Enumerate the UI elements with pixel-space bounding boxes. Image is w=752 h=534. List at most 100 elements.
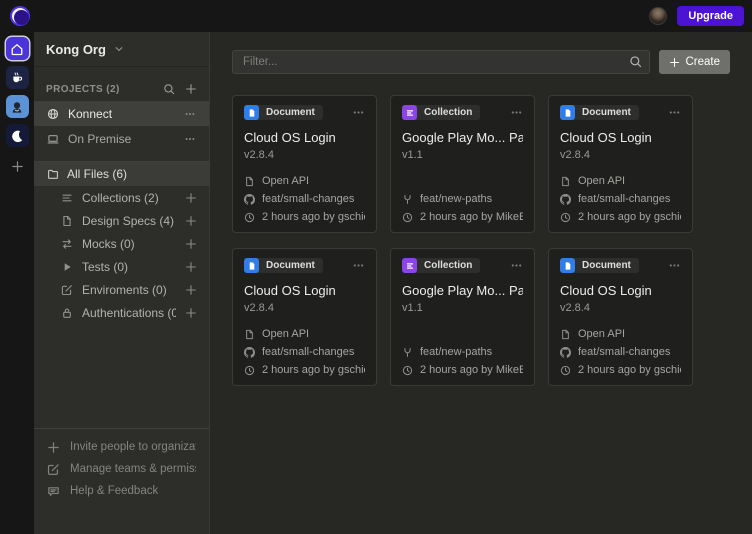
card-document[interactable]: DocumentCloud OS Loginv2.8.4Open APIfeat… [548, 95, 693, 233]
card-collection[interactable]: CollectionGoogle Play Mo... Partnerv1.1f… [390, 95, 535, 233]
rail-item-gorilla-org[interactable] [6, 95, 29, 118]
card-meta-text: 2 hours ago by gschier [578, 364, 681, 376]
file-icon [244, 176, 255, 187]
file-group-row-tests[interactable]: Tests (0) [34, 255, 209, 278]
card-meta-row: Open API [560, 328, 681, 340]
card-version: v2.8.4 [244, 149, 365, 161]
plus-icon [185, 192, 197, 204]
card-header: Collection [402, 258, 523, 273]
add-organization-button[interactable] [6, 155, 29, 178]
fork-icon [402, 194, 413, 205]
file-group-add-button[interactable] [185, 284, 197, 296]
org-switcher[interactable]: Kong Org [34, 32, 209, 67]
filter-toolbar: Create [232, 50, 730, 74]
clock-icon [560, 365, 571, 376]
projects-search-button[interactable] [163, 83, 175, 95]
project-label: Konnect [68, 107, 175, 121]
moon-icon [10, 129, 24, 143]
create-button[interactable]: Create [659, 50, 730, 74]
plus-icon [185, 215, 197, 227]
card-version: v2.8.4 [560, 302, 681, 314]
project-menu-button[interactable] [184, 133, 196, 145]
github-icon [560, 347, 571, 358]
github-icon [560, 194, 571, 205]
rail-item-home[interactable] [6, 37, 29, 60]
file-group-add-button[interactable] [185, 307, 197, 319]
sidebar-footer-item-invite[interactable]: Invite people to organization [34, 436, 209, 458]
main-panel: Create DocumentCloud OS Loginv2.8.4Open … [210, 32, 752, 534]
collection-icon [402, 258, 417, 273]
rail-item-coffee-org[interactable] [6, 66, 29, 89]
card-meta-text: feat/small-changes [578, 193, 670, 205]
cards-grid: DocumentCloud OS Loginv2.8.4Open APIfeat… [232, 95, 730, 386]
card-menu-button[interactable] [352, 259, 365, 272]
card-version: v2.8.4 [244, 302, 365, 314]
ellipsis-icon [510, 259, 523, 272]
file-group-row-enviroments[interactable]: Enviroments (0) [34, 278, 209, 301]
card-meta: Open API feat/small-changes 2 hours ago by… [560, 328, 681, 376]
plus-icon [185, 307, 197, 319]
plus-icon [185, 261, 197, 273]
all-files-row[interactable]: All Files (6) [34, 162, 209, 186]
card-meta-row: feat/new-paths [402, 346, 523, 358]
file-group-add-button[interactable] [185, 192, 197, 204]
upgrade-button[interactable]: Upgrade [677, 6, 744, 26]
file-group-row-collections[interactable]: Collections (2) [34, 186, 209, 209]
edit-icon [47, 463, 60, 476]
file-group-add-button[interactable] [185, 215, 197, 227]
file-group-row-mocks[interactable]: Mocks (0) [34, 232, 209, 255]
file-group-label: Collections (2) [82, 191, 176, 205]
plus-icon [669, 57, 680, 68]
card-collection[interactable]: CollectionGoogle Play Mo... Partnerv1.1f… [390, 248, 535, 386]
card-document[interactable]: DocumentCloud OS Loginv2.8.4Open APIfeat… [232, 248, 377, 386]
card-menu-button[interactable] [510, 106, 523, 119]
file-icon [560, 176, 571, 187]
card-meta-text: feat/small-changes [262, 193, 354, 205]
ellipsis-icon [668, 259, 681, 272]
card-meta-row: feat/small-changes [560, 346, 681, 358]
list-icon [61, 192, 73, 204]
file-group-row-design[interactable]: Design Specs (4) [34, 209, 209, 232]
card-menu-button[interactable] [668, 106, 681, 119]
clock-icon [402, 212, 413, 223]
plus-icon [185, 284, 197, 296]
project-menu-button[interactable] [184, 108, 196, 120]
chat-icon [47, 485, 60, 498]
project-row-on-premise[interactable]: On Premise [34, 126, 209, 151]
plus-icon [185, 238, 197, 250]
plus-icon [47, 441, 60, 454]
projects-list: Konnect On Premise [34, 101, 209, 151]
folder-icon [47, 168, 59, 180]
card-meta-row: 2 hours ago by gschier [244, 364, 365, 376]
projects-add-button[interactable] [185, 83, 197, 95]
rail-item-moon-org[interactable] [6, 124, 29, 147]
card-menu-button[interactable] [352, 106, 365, 119]
gorilla-icon [10, 100, 24, 114]
file-group-row-authentications[interactable]: Authentications (0) [34, 301, 209, 324]
project-row-konnect[interactable]: Konnect [34, 101, 209, 126]
card-menu-button[interactable] [668, 259, 681, 272]
card-type-badge: Document [560, 105, 639, 120]
user-avatar[interactable] [649, 7, 667, 25]
fork-icon [402, 347, 413, 358]
file-group-label: Enviroments (0) [82, 283, 176, 297]
file-group-add-button[interactable] [185, 261, 197, 273]
filter-input[interactable] [232, 50, 650, 74]
file-group-add-button[interactable] [185, 238, 197, 250]
card-menu-button[interactable] [510, 259, 523, 272]
card-meta-row: feat/small-changes [244, 346, 365, 358]
computer-icon [47, 133, 59, 145]
card-document[interactable]: DocumentCloud OS Loginv2.8.4Open APIfeat… [232, 95, 377, 233]
insomnia-logo-icon [10, 6, 30, 26]
sidebar-footer-item-help[interactable]: Help & Feedback [34, 480, 209, 502]
plus-icon [185, 83, 197, 95]
card-header: Document [244, 258, 365, 273]
card-meta-text: 2 hours ago by gschier [262, 211, 365, 223]
file-group-label: Mocks (0) [82, 237, 176, 251]
sidebar-footer-item-manage[interactable]: Manage teams & permissions [34, 458, 209, 480]
card-type-badge: Collection [402, 105, 480, 120]
card-document[interactable]: DocumentCloud OS Loginv2.8.4Open APIfeat… [548, 248, 693, 386]
card-type-label: Collection [424, 260, 472, 271]
ellipsis-icon [352, 259, 365, 272]
card-type-badge: Document [560, 258, 639, 273]
